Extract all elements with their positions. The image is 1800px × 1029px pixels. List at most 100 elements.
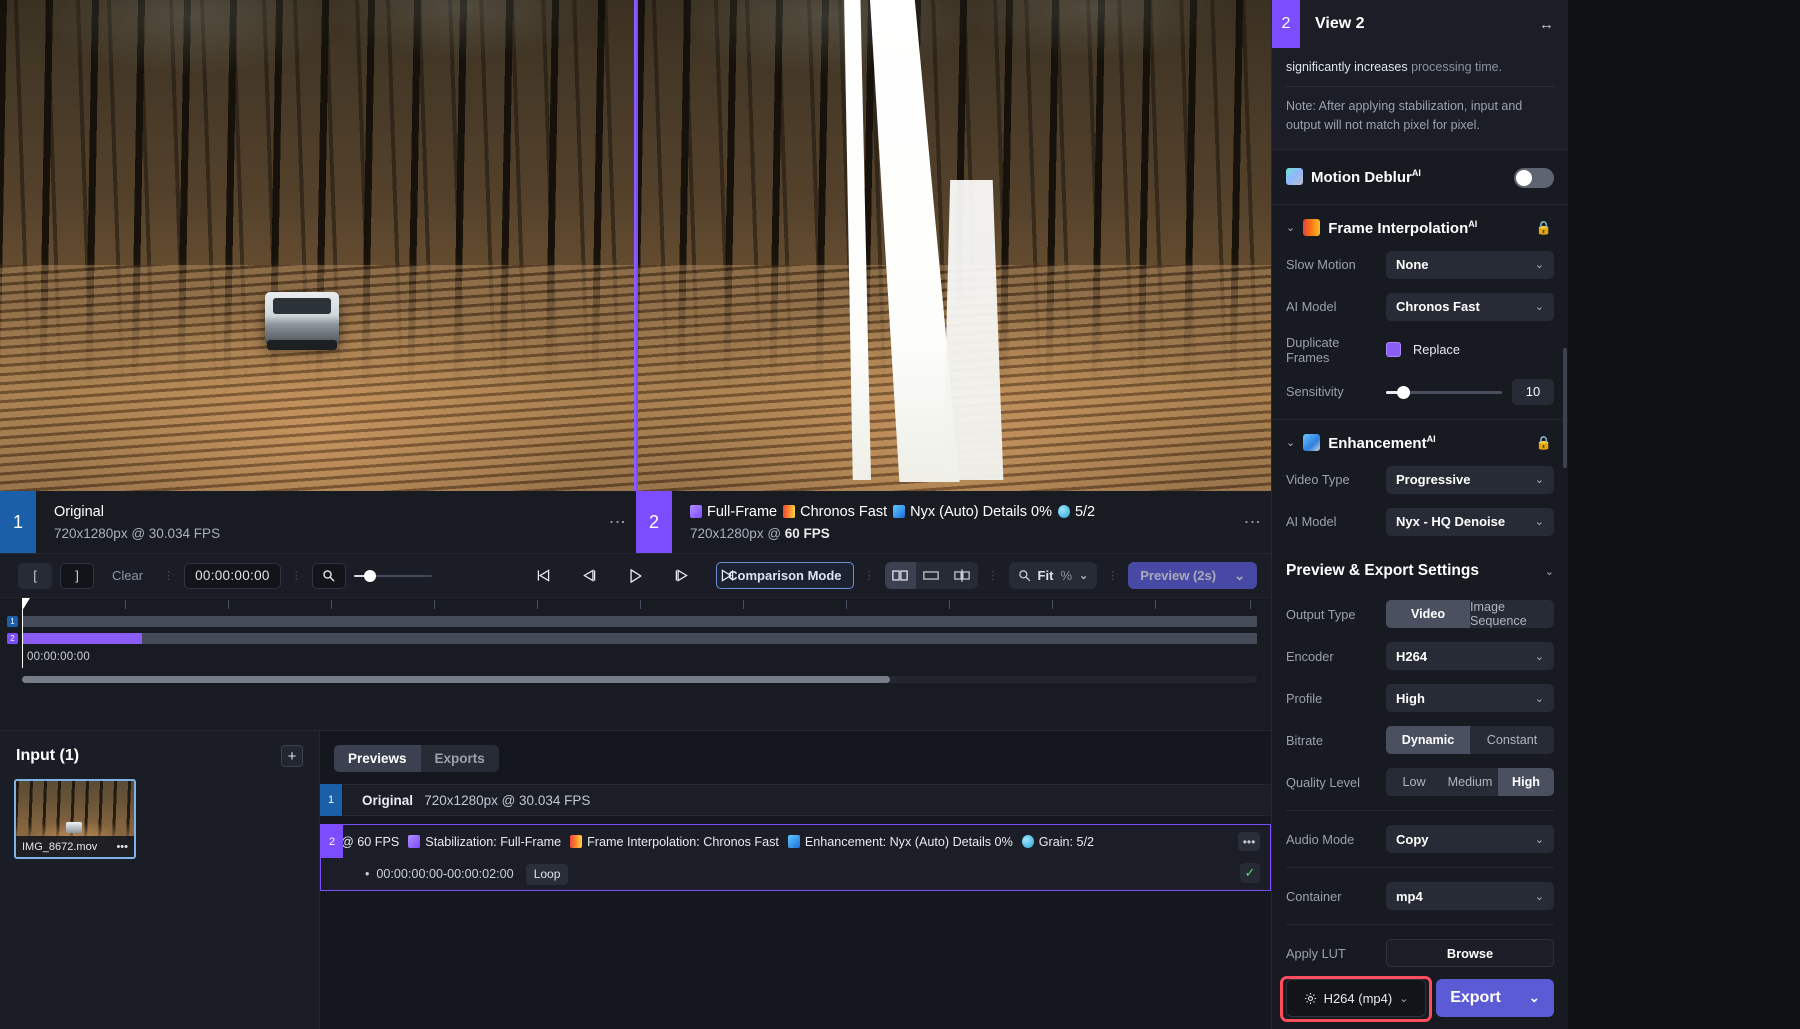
profile-select[interactable]: High ⌄ [1386, 684, 1554, 712]
tab-exports[interactable]: Exports [421, 745, 499, 772]
viewer-a-meta: 720x1280px @ 30.034 FPS [54, 526, 220, 541]
original-preview-row[interactable]: 1 Original 720x1280px @ 30.034 FPS [320, 784, 1271, 816]
field-apply-lut: Apply LUT Browse [1286, 939, 1554, 967]
video-type-label: Video Type [1286, 472, 1386, 487]
preview-chevron-down-icon[interactable]: ⌄ [1234, 568, 1245, 584]
input-more-icon[interactable]: ••• [116, 841, 128, 853]
viewer-a-menu-icon[interactable]: ⋮ [613, 514, 622, 531]
side-by-side-icon[interactable] [947, 562, 978, 589]
preview-row-confirm-button[interactable]: ✓ [1240, 863, 1260, 883]
vehicle-in-frame [265, 292, 339, 344]
thumbnail-vehicle [66, 822, 82, 833]
output-type-image-sequence[interactable]: Image Sequence [1470, 600, 1554, 628]
zoom-slider[interactable] [354, 563, 432, 589]
search-icon[interactable] [312, 563, 346, 589]
export-button[interactable]: Export ⌄ [1436, 979, 1554, 1017]
encoder-select[interactable]: H264 ⌄ [1386, 642, 1554, 670]
quality-high[interactable]: High [1498, 768, 1554, 796]
lock-icon-frame-interpolation[interactable]: 🔒 [1536, 220, 1552, 236]
viewer-original[interactable] [0, 0, 636, 491]
chevron-down-icon-enhancement[interactable]: ⌄ [1286, 436, 1295, 449]
track-1-label: 1 [7, 616, 18, 627]
skip-to-end-icon[interactable] [716, 564, 740, 588]
codec-settings-button[interactable]: H264 (mp4) ⌄ [1286, 979, 1426, 1017]
viewer-processed[interactable] [636, 0, 1271, 491]
mark-out-button[interactable]: ] [60, 563, 94, 589]
preview-export-header[interactable]: Preview & Export Settings ⌄ [1272, 546, 1568, 586]
tag-grain: 5/2 [1058, 504, 1095, 520]
play-icon[interactable] [624, 564, 648, 588]
input-thumbnail-bar: IMG_8672.mov ••• [16, 836, 134, 857]
sensitivity-slider-wrap: 10 [1386, 379, 1554, 405]
fi-ai-model-select[interactable]: Chronos Fast ⌄ [1386, 293, 1554, 321]
quality-low[interactable]: Low [1386, 768, 1442, 796]
zoom-fit-dropdown[interactable]: Fit % ⌄ [1009, 562, 1098, 589]
input-thumbnail-card[interactable]: IMG_8672.mov ••• [14, 779, 136, 859]
tag-frame-interpolation: Chronos Fast [783, 504, 887, 520]
step-forward-icon[interactable] [670, 564, 694, 588]
motion-deblur-toggle[interactable] [1514, 168, 1554, 188]
settings-scrollbar[interactable] [1563, 348, 1567, 468]
chevron-down-icon-export[interactable]: ⌄ [1529, 990, 1540, 1006]
sensitivity-slider-knob[interactable] [1397, 386, 1410, 399]
track-2-preview-segment[interactable] [22, 633, 142, 644]
sensitivity-value[interactable]: 10 [1512, 379, 1554, 405]
note-divider [1286, 86, 1554, 87]
browse-lut-button[interactable]: Browse [1386, 939, 1554, 967]
video-type-select[interactable]: Progressive ⌄ [1386, 466, 1554, 494]
clear-button[interactable]: Clear [102, 563, 153, 589]
apply-lut-label: Apply LUT [1286, 946, 1386, 961]
duplicate-frames-checkbox[interactable] [1386, 342, 1401, 357]
lock-icon-enhancement[interactable]: 🔒 [1536, 435, 1552, 451]
fi-ai-model-value: Chronos Fast [1396, 299, 1480, 314]
field-sensitivity: Sensitivity 10 [1286, 379, 1554, 405]
preview-row-card[interactable]: 2 @ 60 FPS Stabilization: Full-Frame Fra… [320, 824, 1271, 891]
timeline-current-time: 00:00:00:00 [27, 651, 90, 663]
settings-scroll-area[interactable]: significantly increases processing time.… [1272, 48, 1568, 546]
fit-label: Fit [1038, 568, 1054, 583]
timecode-input[interactable]: 00:00:00:00 [184, 563, 281, 589]
output-type-video[interactable]: Video [1386, 600, 1470, 628]
mark-in-button[interactable]: [ [18, 563, 52, 589]
chevron-down-icon-preview-export[interactable]: ⌄ [1545, 565, 1554, 578]
playhead[interactable] [22, 598, 23, 668]
viewer-b-menu-icon[interactable]: ⋮ [1248, 514, 1257, 531]
preview-button[interactable]: Preview (2s) ⌄ [1128, 562, 1257, 589]
preview-row-range: 00:00:00:00-00:00:02:00 [365, 867, 514, 881]
timeline-horizontal-scrollbar[interactable] [22, 676, 890, 683]
track-1[interactable] [22, 616, 1257, 627]
frame-interpolation-ai-superscript: AI [1468, 219, 1477, 229]
audio-mode-select[interactable]: Copy ⌄ [1386, 825, 1554, 853]
settings-panel-title: View 2 [1300, 15, 1365, 33]
container-select[interactable]: mp4 ⌄ [1386, 882, 1554, 910]
zoom-slider-knob[interactable] [364, 570, 376, 582]
sensitivity-slider[interactable] [1386, 382, 1502, 402]
comparison-divider[interactable] [634, 0, 636, 491]
resize-horizontal-icon[interactable]: ↔ [1539, 16, 1554, 33]
stabilization-icon-2 [408, 835, 420, 848]
split-view-icon[interactable] [885, 562, 916, 589]
timeline[interactable]: 1 2 00:00:00:00 [0, 597, 1271, 730]
original-row-title: Original [362, 793, 413, 808]
output-type-segment: Video Image Sequence [1386, 600, 1554, 628]
canopy-light-2 [638, 0, 1271, 147]
field-duplicate-frames: Duplicate Frames Replace [1286, 335, 1554, 365]
loop-button[interactable]: Loop [526, 864, 569, 885]
chevron-down-icon-frame-interpolation[interactable]: ⌄ [1286, 221, 1295, 234]
track-2[interactable] [22, 633, 1257, 644]
step-back-icon[interactable] [578, 564, 602, 588]
view-layout-segment [885, 562, 978, 589]
bitrate-constant[interactable]: Constant [1470, 726, 1554, 754]
note-line-1-rest: processing time. [1408, 60, 1502, 74]
skip-to-start-icon[interactable] [532, 564, 556, 588]
bitrate-dynamic[interactable]: Dynamic [1386, 726, 1470, 754]
preview-row-more-button[interactable]: ••• [1238, 832, 1260, 851]
original-row-meta: 720x1280px @ 30.034 FPS [424, 793, 590, 808]
quality-medium[interactable]: Medium [1442, 768, 1498, 796]
single-view-icon[interactable] [916, 562, 947, 589]
settings-view-badge: 2 [1272, 0, 1300, 48]
tab-previews[interactable]: Previews [334, 745, 421, 772]
enh-ai-model-select[interactable]: Nyx - HQ Denoise ⌄ [1386, 508, 1554, 536]
add-input-button[interactable]: + [281, 745, 303, 767]
slow-motion-select[interactable]: None ⌄ [1386, 251, 1554, 279]
